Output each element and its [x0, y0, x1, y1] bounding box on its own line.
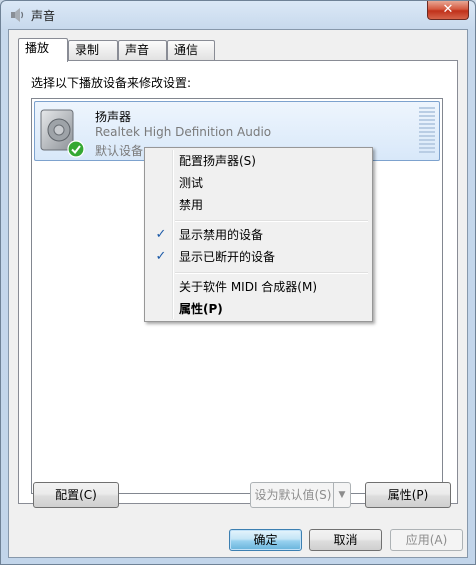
menu-item-label: 显示已断开的设备 — [179, 250, 276, 264]
menu-item-show-disconnected-devices[interactable]: ✓ 显示已断开的设备 — [147, 246, 370, 268]
set-default-button: 设为默认值(S) ▼ — [250, 482, 351, 508]
title-bar[interactable]: 声音 ✕ — [1, 1, 475, 29]
menu-item-show-disabled-devices[interactable]: ✓ 显示禁用的设备 — [147, 224, 370, 246]
menu-item-properties[interactable]: 属性(P) — [147, 298, 370, 320]
tab-communications[interactable]: 通信 — [167, 40, 215, 60]
properties-button[interactable]: 属性(P) — [365, 482, 451, 508]
close-icon: ✕ — [442, 2, 454, 17]
chevron-down-icon: ▼ — [333, 483, 350, 507]
tab-playback[interactable]: 播放 — [18, 38, 68, 62]
apply-button: 应用(A) — [390, 529, 463, 551]
sound-app-icon — [11, 8, 24, 22]
menu-separator — [175, 272, 368, 274]
tab-sounds[interactable]: 声音 — [118, 40, 167, 60]
device-context-menu: 配置扬声器(S) 测试 禁用 ✓ 显示禁用的设备 ✓ 显示已断开的设备 关于软件… — [144, 147, 373, 322]
menu-item-about-midi-synth[interactable]: 关于软件 MIDI 合成器(M) — [147, 276, 370, 298]
menu-item-label: 禁用 — [179, 198, 204, 212]
menu-item-label: 关于软件 MIDI 合成器(M) — [179, 280, 318, 294]
menu-separator — [175, 220, 368, 222]
ok-button[interactable]: 确定 — [229, 529, 302, 551]
instruction-text: 选择以下播放设备来修改设置: — [31, 76, 192, 90]
configure-button[interactable]: 配置(C) — [33, 482, 119, 508]
menu-item-label: 属性(P) — [179, 302, 223, 316]
menu-item-label: 显示禁用的设备 — [179, 228, 264, 242]
checkmark-icon: ✓ — [155, 249, 167, 264]
set-default-label: 设为默认值(S) — [254, 488, 332, 502]
panel-buttons: 配置(C) 设为默认值(S) ▼ 属性(P) — [9, 482, 469, 512]
menu-item-label: 测试 — [179, 176, 204, 190]
menu-item-test[interactable]: 测试 — [147, 172, 370, 194]
window-title: 声音 — [31, 9, 56, 23]
checkmark-icon: ✓ — [155, 227, 167, 242]
menu-item-configure-speakers[interactable]: 配置扬声器(S) — [147, 150, 370, 172]
menu-item-label: 配置扬声器(S) — [179, 154, 256, 168]
volume-level-meter — [419, 107, 435, 153]
device-status: 默认设备 — [95, 144, 144, 158]
dialog-buttons: 确定 取消 应用(A) — [9, 529, 469, 555]
tab-recording[interactable]: 录制 — [68, 40, 118, 60]
device-description: Realtek High Definition Audio — [95, 125, 272, 139]
cancel-button[interactable]: 取消 — [309, 529, 382, 551]
green-check-icon — [67, 140, 85, 158]
close-button[interactable]: ✕ — [427, 1, 469, 20]
menu-item-disable[interactable]: 禁用 — [147, 194, 370, 216]
device-name: 扬声器 — [95, 110, 132, 124]
